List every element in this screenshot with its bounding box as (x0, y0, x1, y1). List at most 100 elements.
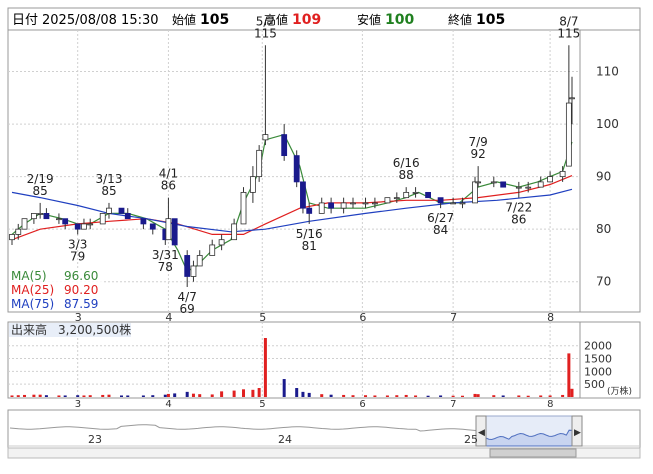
low-label: 安値 (357, 12, 381, 27)
navigator-scroll-thumb[interactable] (489, 448, 577, 458)
high-value: 109 (292, 12, 321, 28)
ma25-value: 90.20 (64, 283, 98, 297)
ma75-name: MA(75) (11, 297, 54, 311)
volume-bar (82, 395, 86, 397)
volume-month-tick-label: 7 (450, 399, 456, 410)
annotation-price: 88 (399, 168, 414, 182)
volume-bar (32, 394, 36, 397)
nav-label-24: 24 (278, 433, 292, 446)
left-handle-icon: ◀ (478, 428, 485, 438)
open-value: 105 (200, 12, 229, 28)
ma25-name: MA(25) (11, 283, 54, 297)
candle (403, 191, 410, 199)
volume-bar (282, 379, 286, 397)
candle (99, 213, 106, 225)
candle (140, 218, 147, 225)
volume-bar (101, 394, 105, 397)
volume-bar (166, 393, 170, 397)
candle (437, 197, 444, 204)
volume-bar (473, 393, 477, 397)
candle (15, 228, 22, 235)
volume-bar (404, 394, 408, 397)
volume-bar (16, 395, 20, 397)
open-label: 始値 (172, 12, 196, 27)
volume-bar (307, 392, 311, 397)
volume-bar (295, 388, 299, 397)
candle (281, 134, 288, 157)
volume-month-tick-label: 3 (75, 399, 81, 410)
candle (475, 181, 482, 184)
volume-bar (119, 395, 123, 397)
candle (525, 186, 532, 189)
volume-bar (492, 395, 496, 397)
candle (300, 181, 306, 209)
candle (171, 218, 178, 246)
candle (149, 223, 156, 230)
candle (256, 149, 263, 178)
volume-bar (242, 389, 246, 397)
volume-tick-label: 1500 (584, 353, 612, 366)
volume-bar (44, 395, 48, 397)
volume-bar (10, 395, 14, 397)
date-label: 日付 (12, 13, 38, 28)
price-tick-label: 90 (596, 170, 611, 184)
annotation-price: 69 (180, 302, 195, 316)
volume-bar (439, 395, 443, 397)
candle (328, 202, 335, 209)
candle (262, 134, 269, 141)
annotation-price: 86 (511, 213, 526, 227)
price-tick-label: 70 (596, 275, 611, 289)
candle (547, 176, 554, 183)
volume-bar (395, 395, 399, 397)
annotation-price: 81 (302, 239, 317, 253)
candle (384, 197, 391, 204)
chart-svg: 日付 2025/08/08 15:30 始値 105 高値 109 安値 100… (7, 7, 641, 459)
volume-bar (173, 393, 177, 397)
candle (190, 265, 197, 277)
close-label: 終値 (448, 12, 472, 27)
volume-bar (342, 394, 346, 397)
candle (240, 191, 247, 225)
volume-tick-label: 500 (584, 378, 605, 391)
candle (500, 181, 507, 188)
candle (515, 186, 522, 189)
volume-bar (301, 391, 305, 397)
annotation-price: 79 (70, 249, 85, 263)
annotation-price: 92 (471, 147, 486, 161)
annotation-price: 115 (254, 26, 277, 40)
volume-x-axis: 3 4 5 6 7 8 (75, 399, 554, 410)
volume-month-tick-label: 5 (259, 399, 265, 410)
volume-title: 出来高 (11, 322, 47, 337)
volume-bar (373, 395, 377, 397)
volume-bar (107, 394, 111, 397)
volume-bar (57, 395, 61, 397)
stock-chart: 日付 2025/08/08 15:30 始値 105 高値 109 安値 100… (0, 0, 653, 470)
candle (490, 181, 497, 184)
volume-bar (329, 394, 333, 397)
volume-bar (461, 395, 465, 397)
volume-bar (320, 394, 324, 397)
candle (459, 202, 466, 205)
volume-bar (501, 395, 505, 397)
candle (106, 207, 112, 214)
annotation-price: 85 (101, 184, 116, 198)
candle (74, 223, 81, 230)
low-value: 100 (385, 12, 414, 28)
ma5-name: MA(5) (11, 269, 47, 283)
volume-unit: (万株) (607, 385, 632, 397)
ma75-value: 87.59 (64, 297, 98, 311)
candle (196, 255, 203, 267)
candle (231, 223, 238, 241)
price-tick-label: 100 (596, 117, 619, 131)
candle (218, 239, 225, 246)
volume-bar (251, 389, 255, 397)
candle (43, 213, 50, 220)
volume-bar (151, 395, 155, 397)
volume-bar (426, 395, 430, 397)
right-handle-icon: ▶ (574, 428, 581, 438)
candle (87, 223, 94, 226)
candle (9, 234, 15, 241)
ma-legend: MA(5) 96.60 MA(25) 90.20 MA(75) 87.59 (9, 268, 104, 311)
volume-month-tick-label: 6 (359, 399, 365, 410)
candle (362, 202, 369, 205)
